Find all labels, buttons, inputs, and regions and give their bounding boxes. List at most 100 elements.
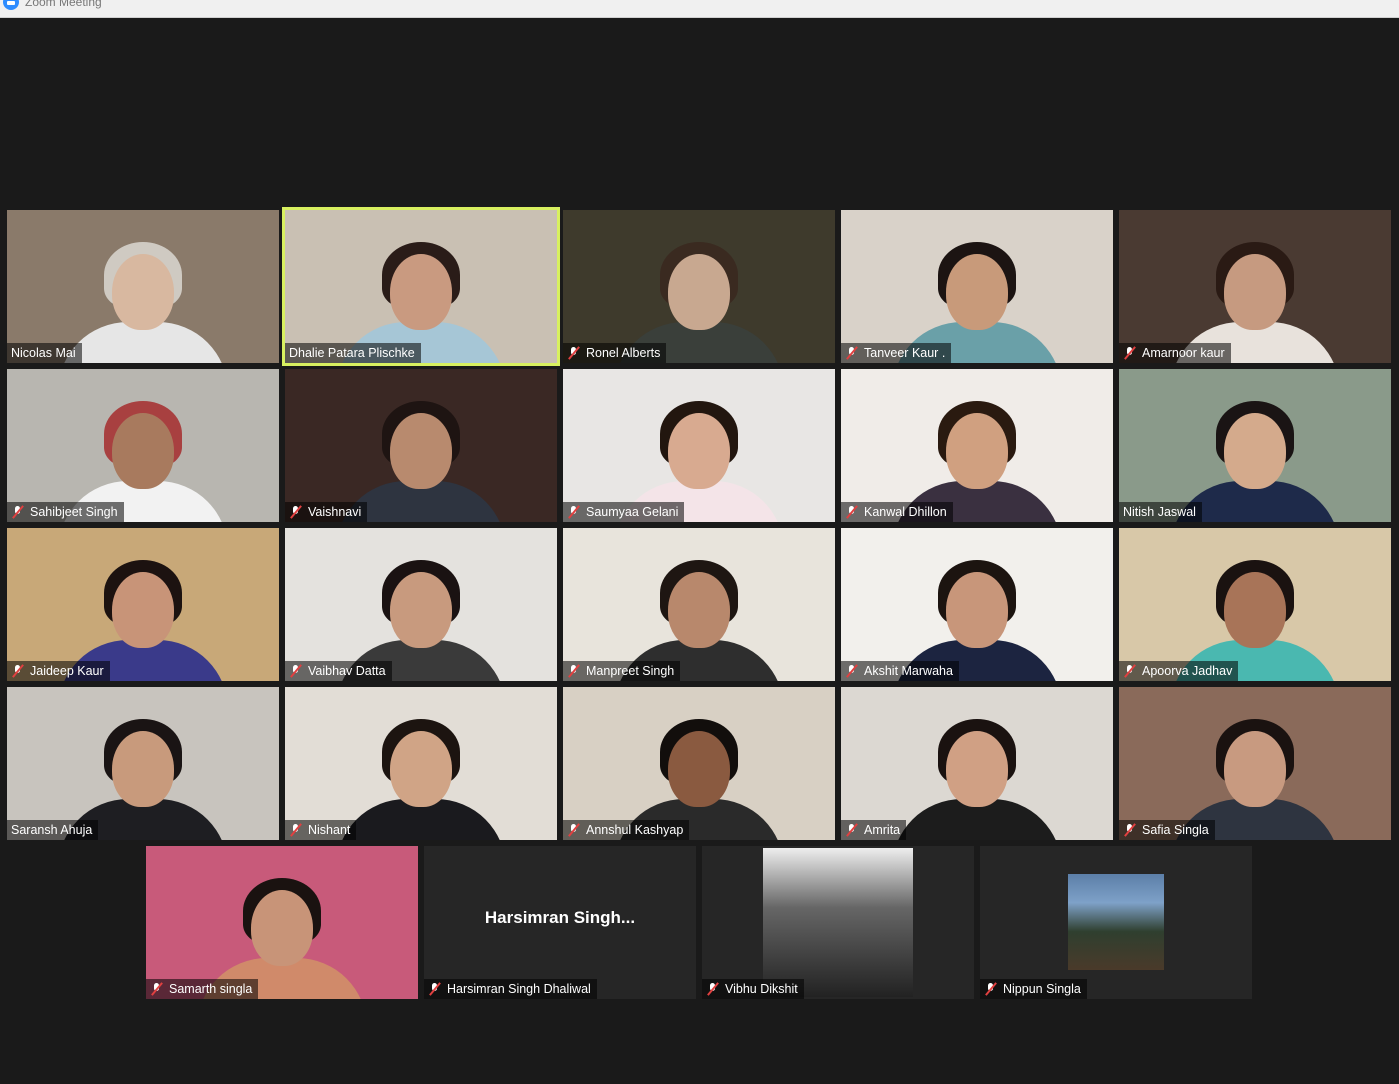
mic-muted-icon: [567, 664, 581, 678]
participant-tile[interactable]: Saransh Ahuja: [7, 687, 279, 840]
participant-face: [946, 572, 1008, 648]
participant-tile[interactable]: Vaibhav Datta: [285, 528, 557, 681]
participant-name: Nishant: [308, 823, 351, 837]
mic-muted-icon: [984, 982, 998, 996]
participant-name: Nippun Singla: [1003, 982, 1081, 996]
participant-name-tag: Samarth singla: [146, 979, 259, 999]
participant-name: Kanwal Dhillon: [864, 505, 947, 519]
participant-tile[interactable]: Akshit Marwaha: [841, 528, 1113, 681]
participant-tile[interactable]: Amarnoor kaur: [1119, 210, 1391, 363]
participant-tile[interactable]: Dhalie Patara Plischke: [282, 207, 560, 366]
participant-face: [1224, 413, 1286, 489]
participant-face: [946, 413, 1008, 489]
participant-name-tag: Tanveer Kaur .: [841, 343, 952, 363]
mic-muted-icon: [706, 982, 720, 996]
participant-face: [112, 254, 174, 330]
participant-name-tag: Akshit Marwaha: [841, 661, 959, 681]
mic-muted-icon: [1123, 664, 1137, 678]
participant-tile[interactable]: Samarth singla: [146, 846, 418, 999]
mic-muted-icon: [289, 823, 303, 837]
participant-tile[interactable]: Vaishnavi: [285, 369, 557, 522]
participant-tile[interactable]: Safia Singla: [1119, 687, 1391, 840]
participant-video: [563, 369, 835, 522]
participant-name: Amrita: [864, 823, 901, 837]
participant-face: [668, 572, 730, 648]
participant-video: [7, 687, 279, 840]
participant-tile[interactable]: Sahibjeet Singh: [7, 369, 279, 522]
participant-tile[interactable]: Vibhu Dikshit: [702, 846, 974, 999]
participant-video: [285, 369, 557, 522]
mic-muted-icon: [845, 505, 859, 519]
window-title: Zoom Meeting: [25, 0, 102, 9]
participant-name-tag: Kanwal Dhillon: [841, 502, 953, 522]
participant-name: Ronel Alberts: [586, 346, 661, 360]
participant-video: [7, 369, 279, 522]
participant-name: Samarth singla: [169, 982, 253, 996]
participant-tile[interactable]: Nippun Singla: [980, 846, 1252, 999]
mic-muted-icon: [845, 664, 859, 678]
participant-name-tag: Vaishnavi: [285, 502, 368, 522]
participant-video: [1119, 369, 1391, 522]
mic-muted-icon: [1123, 823, 1137, 837]
participant-name: Saransh Ahuja: [11, 823, 93, 837]
participant-name: Vibhu Dikshit: [725, 982, 798, 996]
mic-muted-icon: [289, 505, 303, 519]
mic-muted-icon: [845, 823, 859, 837]
participant-name-tag: Jaideep Kaur: [7, 661, 110, 681]
mic-muted-icon: [289, 664, 303, 678]
participant-face: [1224, 731, 1286, 807]
participant-video: [285, 210, 557, 363]
participant-name-tag: Harsimran Singh Dhaliwal: [424, 979, 597, 999]
participant-tile[interactable]: Jaideep Kaur: [7, 528, 279, 681]
participant-name: Nicolas Mai: [11, 346, 76, 360]
mic-muted-icon: [845, 346, 859, 360]
participant-tile[interactable]: Nitish Jaswal: [1119, 369, 1391, 522]
participant-name: Vaibhav Datta: [308, 664, 386, 678]
participant-name-tag: Ronel Alberts: [563, 343, 667, 363]
participant-tile[interactable]: Nicolas Mai: [7, 210, 279, 363]
participant-tile[interactable]: Tanveer Kaur .: [841, 210, 1113, 363]
mic-muted-icon: [567, 823, 581, 837]
participant-face: [390, 731, 452, 807]
participant-video: [563, 210, 835, 363]
mic-muted-icon: [11, 664, 25, 678]
participant-face: [1224, 572, 1286, 648]
participant-tile[interactable]: Kanwal Dhillon: [841, 369, 1113, 522]
participant-video: [563, 528, 835, 681]
participant-face: [390, 254, 452, 330]
gallery-view: Nicolas Mai Dhalie Patara Plischke Ronel A…: [0, 18, 1399, 1084]
participant-name-tag: Amrita: [841, 820, 907, 840]
participant-name-tag: Amarnoor kaur: [1119, 343, 1231, 363]
participant-name-tag: Saransh Ahuja: [7, 820, 99, 840]
participant-face: [112, 413, 174, 489]
participant-tile[interactable]: Annshul Kashyap: [563, 687, 835, 840]
participant-tile[interactable]: Nishant: [285, 687, 557, 840]
participant-name: Tanveer Kaur .: [864, 346, 946, 360]
participant-tile[interactable]: Ronel Alberts: [563, 210, 835, 363]
participant-video: [841, 369, 1113, 522]
participant-video: [563, 687, 835, 840]
participant-face: [946, 254, 1008, 330]
participant-name-tag: Nishant: [285, 820, 357, 840]
participant-name: Amarnoor kaur: [1142, 346, 1225, 360]
participant-name-tag: Sahibjeet Singh: [7, 502, 124, 522]
participant-name-tag: Manpreet Singh: [563, 661, 681, 681]
participant-video: [285, 528, 557, 681]
participant-tile[interactable]: Saumyaa Gelani: [563, 369, 835, 522]
participant-face: [112, 572, 174, 648]
participant-video: [841, 687, 1113, 840]
participant-tile[interactable]: Harsimran Singh... Harsimran Singh Dhaliw…: [424, 846, 696, 999]
participant-face: [668, 413, 730, 489]
mic-muted-icon: [567, 505, 581, 519]
participant-video: [146, 846, 418, 999]
participant-name-tag: Safia Singla: [1119, 820, 1215, 840]
participant-tile[interactable]: Manpreet Singh: [563, 528, 835, 681]
participant-name-tag: Nitish Jaswal: [1119, 502, 1202, 522]
participant-video: [285, 687, 557, 840]
participant-tile[interactable]: Amrita: [841, 687, 1113, 840]
participant-face: [390, 572, 452, 648]
participant-name-tag: Nippun Singla: [980, 979, 1087, 999]
participant-face: [668, 254, 730, 330]
mic-muted-icon: [1123, 346, 1137, 360]
participant-tile[interactable]: Apoorva Jadhav: [1119, 528, 1391, 681]
